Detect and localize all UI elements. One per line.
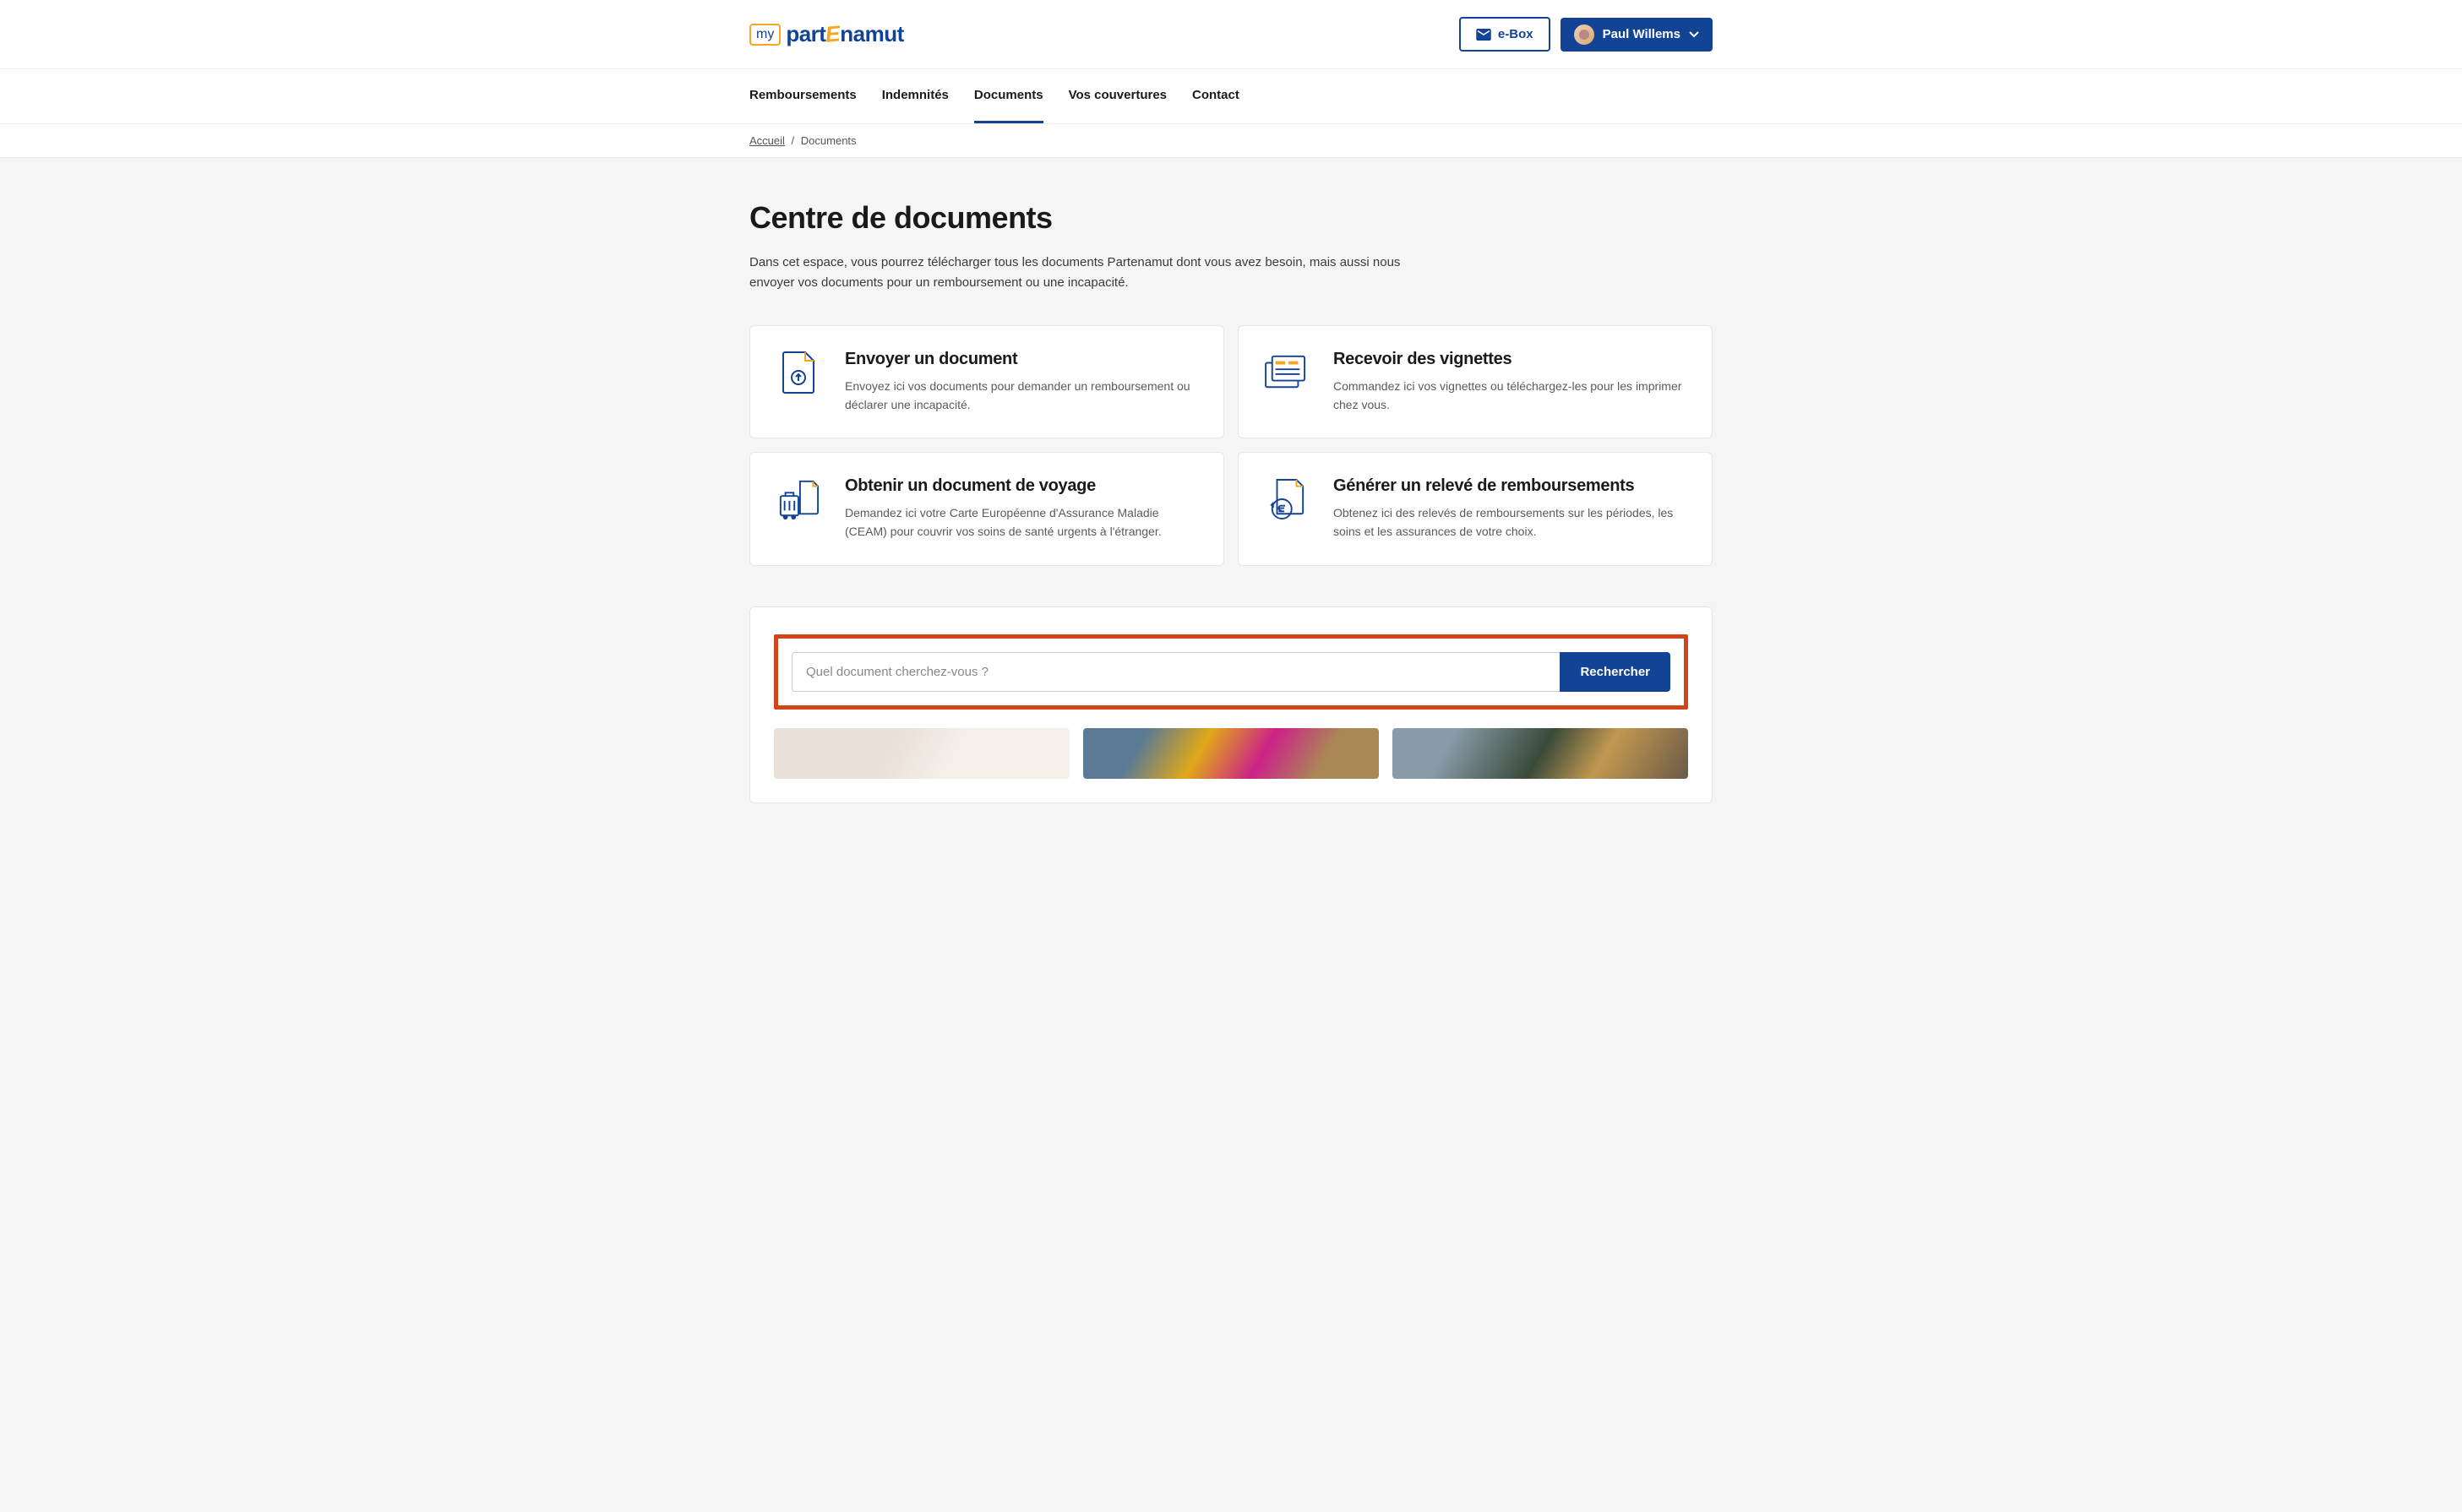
search-input[interactable]	[792, 652, 1560, 692]
breadcrumb: Accueil / Documents	[749, 134, 1713, 147]
card-title: Obtenir un document de voyage	[845, 476, 1198, 496]
nav-item-documents[interactable]: Documents	[974, 69, 1043, 123]
user-menu-button[interactable]: Paul Willems	[1561, 18, 1713, 52]
card-travel-document[interactable]: Obtenir un document de voyage Demandez i…	[749, 452, 1224, 565]
ebox-label: e-Box	[1498, 27, 1533, 41]
luggage-icon	[776, 476, 821, 522]
card-desc: Commandez ici vos vignettes ou télécharg…	[1333, 378, 1686, 414]
nav-item-indemnités[interactable]: Indemnités	[882, 69, 949, 123]
category-image[interactable]	[774, 728, 1070, 779]
page-title: Centre de documents	[749, 200, 1713, 236]
chevron-down-icon	[1689, 31, 1699, 38]
logo[interactable]: my partEnamut	[749, 21, 904, 47]
ebox-button[interactable]: e-Box	[1459, 17, 1550, 52]
user-name: Paul Willems	[1603, 27, 1680, 41]
nav-item-vos-couvertures[interactable]: Vos couvertures	[1069, 69, 1167, 123]
card-send-document[interactable]: Envoyer un document Envoyez ici vos docu…	[749, 325, 1224, 438]
card-desc: Obtenez ici des relevés de remboursement…	[1333, 504, 1686, 541]
nav-item-contact[interactable]: Contact	[1192, 69, 1239, 123]
search-button[interactable]: Rechercher	[1560, 652, 1670, 692]
breadcrumb-current: Documents	[801, 134, 857, 147]
category-image[interactable]	[1392, 728, 1688, 779]
logo-my: my	[749, 24, 781, 46]
breadcrumb-home[interactable]: Accueil	[749, 134, 785, 147]
card-title: Recevoir des vignettes	[1333, 350, 1686, 369]
breadcrumb-separator: /	[792, 134, 795, 147]
avatar	[1574, 24, 1594, 45]
category-image[interactable]	[1083, 728, 1379, 779]
action-cards-grid: Envoyer un document Envoyez ici vos docu…	[749, 325, 1713, 566]
card-title: Générer un relevé de remboursements	[1333, 476, 1686, 496]
upload-document-icon	[776, 350, 821, 395]
search-panel: Rechercher	[749, 606, 1713, 803]
main-nav: Remboursements Indemnités Documents Vos cou…	[0, 68, 2462, 124]
card-title: Envoyer un document	[845, 350, 1198, 369]
mail-icon	[1476, 29, 1491, 41]
main-content: Centre de documents Dans cet espace, vou…	[0, 158, 2462, 812]
nav-item-remboursements[interactable]: Remboursements	[749, 69, 857, 123]
breadcrumb-bar: Accueil / Documents	[0, 124, 2462, 158]
card-desc: Demandez ici votre Carte Européenne d'As…	[845, 504, 1198, 541]
refund-statement-icon	[1264, 476, 1310, 522]
card-desc: Envoyez ici vos documents pour demander …	[845, 378, 1198, 414]
top-header: my partEnamut e-Box Paul Willems	[0, 0, 2462, 68]
page-description: Dans cet espace, vous pourrez télécharge…	[749, 253, 1408, 293]
search-highlight-box: Rechercher	[774, 634, 1688, 710]
card-receive-stickers[interactable]: Recevoir des vignettes Commandez ici vos…	[1238, 325, 1713, 438]
card-generate-statement[interactable]: Générer un relevé de remboursements Obte…	[1238, 452, 1713, 565]
stickers-icon	[1264, 350, 1310, 395]
category-images-row	[774, 728, 1688, 779]
logo-text: partEnamut	[786, 21, 903, 47]
